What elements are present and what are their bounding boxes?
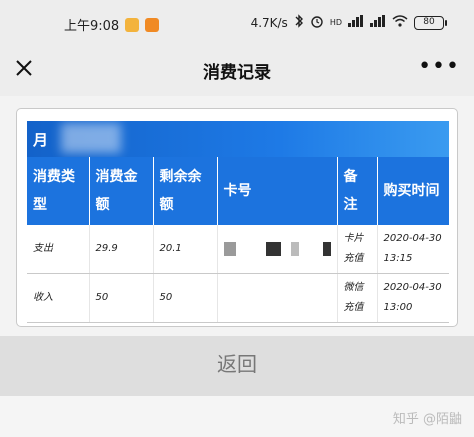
cell-card-number [217, 273, 338, 323]
content-area: 月 消费类型 消费金额 剩余余额 卡号 备注 购买时间 支出 29.9 20.1… [0, 96, 474, 336]
close-button[interactable] [12, 58, 36, 82]
cell-balance: 50 [153, 273, 218, 323]
cell-note: 微信充值 [337, 273, 378, 323]
records-card: 月 消费类型 消费金额 剩余余额 卡号 备注 购买时间 支出 29.9 20.1… [16, 108, 458, 327]
cell-signal-icon [348, 15, 364, 30]
notification-app-icon [125, 17, 140, 32]
cell-card-number [217, 225, 338, 274]
wifi-icon [392, 15, 408, 30]
column-header-amount: 消费金额 [89, 157, 154, 225]
cell-amount: 50 [89, 273, 154, 323]
masked-card-number [223, 242, 331, 256]
column-header-note: 备注 [337, 157, 378, 225]
cell-time: 2020-04-30 13:00 [377, 273, 449, 323]
status-right: 4.7K/s HD 80 [250, 14, 447, 31]
redaction-block [266, 242, 281, 256]
status-time: 上午9:08 [64, 19, 120, 34]
column-header-balance: 剩余余额 [153, 157, 218, 225]
cell-signal-icon-2 [370, 15, 386, 30]
redaction-block [322, 242, 331, 256]
close-icon [16, 60, 32, 76]
cell-type: 支出 [27, 225, 90, 274]
status-bar: 上午9:08 4.7K/s HD 80 [0, 0, 474, 48]
month-header: 月 [27, 121, 449, 157]
battery-icon: 80 [414, 15, 447, 30]
nav-bar: 消费记录 ••• [0, 48, 474, 92]
page-title: 消费记录 [203, 63, 271, 83]
bottom-area: 知乎 @陌鼬 [0, 396, 474, 437]
cell-balance: 20.1 [153, 225, 218, 274]
month-label: 月 [33, 131, 49, 149]
column-header-card-number: 卡号 [217, 157, 338, 225]
network-speed: 4.7K/s [250, 15, 288, 30]
table-row: 收入 50 50 微信充值 2020-04-30 13:00 [27, 273, 449, 323]
alarm-icon [310, 14, 324, 31]
table-row: 支出 29.9 20.1 卡片充值 2020-04-30 13:15 [27, 225, 449, 274]
column-header-type: 消费类型 [27, 157, 90, 225]
bluetooth-icon [294, 14, 304, 31]
cell-type: 收入 [27, 273, 90, 323]
records-table: 消费类型 消费金额 剩余余额 卡号 备注 购买时间 支出 29.9 20.1 卡… [27, 157, 449, 323]
status-left: 上午9:08 [64, 15, 160, 34]
notification-app-icon-2 [145, 17, 160, 32]
cell-note: 卡片充值 [337, 225, 378, 274]
blurred-region [61, 123, 121, 153]
return-bar: 返回 [0, 336, 474, 396]
column-header-time: 购买时间 [377, 157, 449, 225]
more-options-button[interactable]: ••• [418, 56, 460, 78]
redaction-block [223, 242, 237, 256]
redaction-block [290, 242, 299, 256]
cell-time: 2020-04-30 13:15 [377, 225, 449, 274]
watermark-text: 知乎 @陌鼬 [392, 412, 462, 427]
return-button[interactable]: 返回 [0, 348, 474, 377]
cell-amount: 29.9 [89, 225, 154, 274]
table-header-row: 消费类型 消费金额 剩余余额 卡号 备注 购买时间 [27, 157, 449, 225]
hd-label: HD [329, 18, 342, 27]
